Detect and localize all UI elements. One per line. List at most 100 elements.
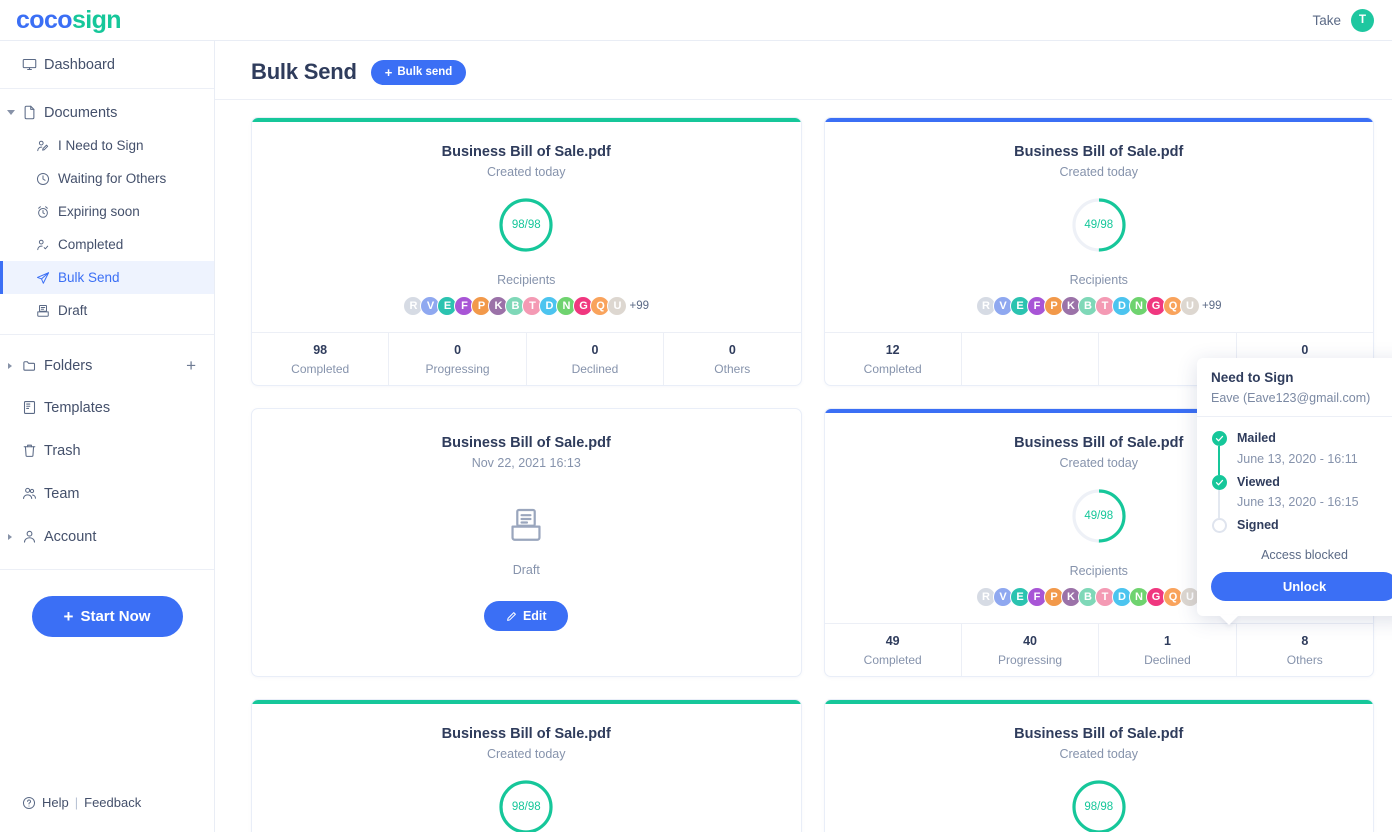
plus-icon: + [384,64,393,80]
add-folder-button[interactable]: + [186,357,196,374]
document-name: Business Bill of Sale.pdf [1014,144,1184,160]
sidebar-item-documents[interactable]: Documents [0,96,214,129]
stat-cell: 1 Declined [1099,624,1237,676]
popover-title: Need to Sign [1211,370,1294,385]
draft-tray-icon [36,304,58,318]
stat-label: Completed [291,361,350,376]
sidebar-item-dashboard-label: Dashboard [44,56,115,73]
sidebar-item-expiring-soon[interactable]: Expiring soon [0,195,214,228]
chevron-right-icon[interactable] [8,362,12,369]
stat-value: 49 [885,633,900,648]
stat-label: Others [1286,652,1323,667]
sidebar-item-i-need-to-sign[interactable]: I Need to Sign [0,129,214,162]
popover-timeline: Mailed June 13, 2020 - 16:11 Viewed June 13… [1197,417,1392,542]
app-root: cocosign Take T Dashboard Documents I Ne… [0,0,1392,832]
stat-label: Completed [863,361,922,376]
sidebar-item-completed[interactable]: Completed [0,228,214,261]
sidebar-item-folders-label: Folders [44,357,93,374]
recipient-avatars: RVEFPKBTDNGQU+99 [403,296,649,316]
sidebar-item-trash[interactable]: Trash [0,429,214,472]
stat-value: 1 [1163,633,1171,648]
user-check-icon [36,238,58,252]
stat-cell: 0 Others [664,333,800,385]
document-date: Created today [1059,747,1139,761]
sidebar-group-library: Folders + Templates Trash Team Account [0,335,214,570]
stat-value: 0 [1301,342,1309,357]
timeline-step-text: Mailed June 13, 2020 - 16:11 [1237,431,1358,475]
document-name: Business Bill of Sale.pdf [441,726,611,742]
app-logo[interactable]: cocosign [16,7,122,33]
recipient-avatar[interactable]: U [607,296,628,316]
clock-icon [36,172,58,186]
sidebar-item-templates[interactable]: Templates [0,386,214,429]
progress-donut: 49/98 [1070,487,1128,545]
timeline-connector [1218,446,1220,475]
card-stats: 49 Completed 40 Progressing 1 Declined 8 Others [824,623,1373,676]
sidebar-item-templates-label: Templates [44,399,111,416]
sidebar-item-draft[interactable]: Draft [0,294,214,327]
trash-icon [22,443,44,458]
sidebar-item-waiting-for-others[interactable]: Waiting for Others [0,162,214,195]
timeline-step-time: June 13, 2020 - 16:15 [1237,495,1359,510]
sidebar-item-bulk-send[interactable]: Bulk Send [0,261,214,294]
footer-divider: | [74,795,79,810]
recipient-avatar[interactable]: U [1179,296,1200,316]
timeline-step: Mailed June 13, 2020 - 16:11 [1211,431,1392,475]
document-date: Created today [486,165,566,179]
document-card[interactable]: Business Bill of Sale.pdf Created today 98… [823,699,1374,832]
start-now-container: + Start Now [0,570,214,637]
timeline-rail [1211,431,1227,475]
timeline-step-text: Signed [1237,518,1279,538]
page-header: Bulk Send + Bulk send [215,41,1392,100]
help-link[interactable]: Help [42,795,69,810]
start-now-button[interactable]: + Start Now [31,596,183,637]
sidebar-item-team[interactable]: Team [0,472,214,515]
stat-label: Declined [571,361,619,376]
document-card[interactable]: Business Bill of Sale.pdf Created today 98… [251,117,802,386]
sidebar-group-documents: Documents I Need to Sign Waiting for Oth… [0,89,214,335]
recipient-overflow-count[interactable]: +99 [1202,300,1222,312]
question-circle-icon [22,796,36,810]
stat-label: Others [714,361,751,376]
sidebar: Dashboard Documents I Need to Sign Waiti… [0,41,215,832]
start-now-label: Start Now [80,608,151,625]
edit-button-label: Edit [522,609,547,623]
access-blocked-text: Access blocked [1261,547,1348,562]
timeline-step-name: Signed [1237,518,1279,533]
alarm-icon [36,205,58,219]
user-pen-icon [36,139,58,153]
sidebar-item-trash-label: Trash [44,442,81,459]
stat-label: Progressing [998,652,1063,667]
chevron-down-icon[interactable] [7,110,15,115]
chevron-right-icon[interactable] [8,533,12,540]
document-card[interactable]: Business Bill of Sale.pdf Created today 49… [823,117,1374,386]
sidebar-item-expiring-soon-label: Expiring soon [58,204,140,219]
bulk-send-button[interactable]: + Bulk send [370,59,467,85]
card-body: Business Bill of Sale.pdf Created today 98… [252,704,801,832]
stat-label: Progressing [425,361,490,376]
recipient-status-popover: Need to Sign Eave (Eave123@gmail.com) Ma… [1197,358,1392,616]
document-card[interactable]: Business Bill of Sale.pdf Created today 98… [251,699,802,832]
sidebar-item-dashboard[interactable]: Dashboard [0,48,214,81]
timeline-step: Signed [1211,518,1392,538]
feedback-link[interactable]: Feedback [84,795,141,810]
sidebar-item-draft-label: Draft [58,303,88,318]
document-card[interactable]: Business Bill of Sale.pdf Nov 22, 2021 16… [251,408,802,677]
document-date: Created today [486,747,566,761]
recipient-overflow-count[interactable]: +99 [629,300,649,312]
edit-button[interactable]: Edit [484,601,569,631]
unlock-container: Unlock [1197,571,1392,616]
user-avatar[interactable]: T [1351,8,1374,32]
sidebar-item-folders[interactable]: Folders + [0,345,214,386]
check-circle-icon [1211,431,1227,446]
card-body: Business Bill of Sale.pdf Created today 98… [825,704,1374,832]
sidebar-item-account[interactable]: Account [0,515,214,558]
stat-value: 0 [454,342,462,357]
card-body: Business Bill of Sale.pdf Nov 22, 2021 16… [252,413,801,676]
unlock-button[interactable]: Unlock [1211,571,1392,601]
progress-donut-label: 98/98 [511,801,541,813]
draft-tray-icon [507,506,545,549]
popover-header: Need to Sign Eave (Eave123@gmail.com) [1197,358,1392,417]
progress-donut: 98/98 [497,196,555,254]
progress-donut: 98/98 [1070,778,1128,832]
